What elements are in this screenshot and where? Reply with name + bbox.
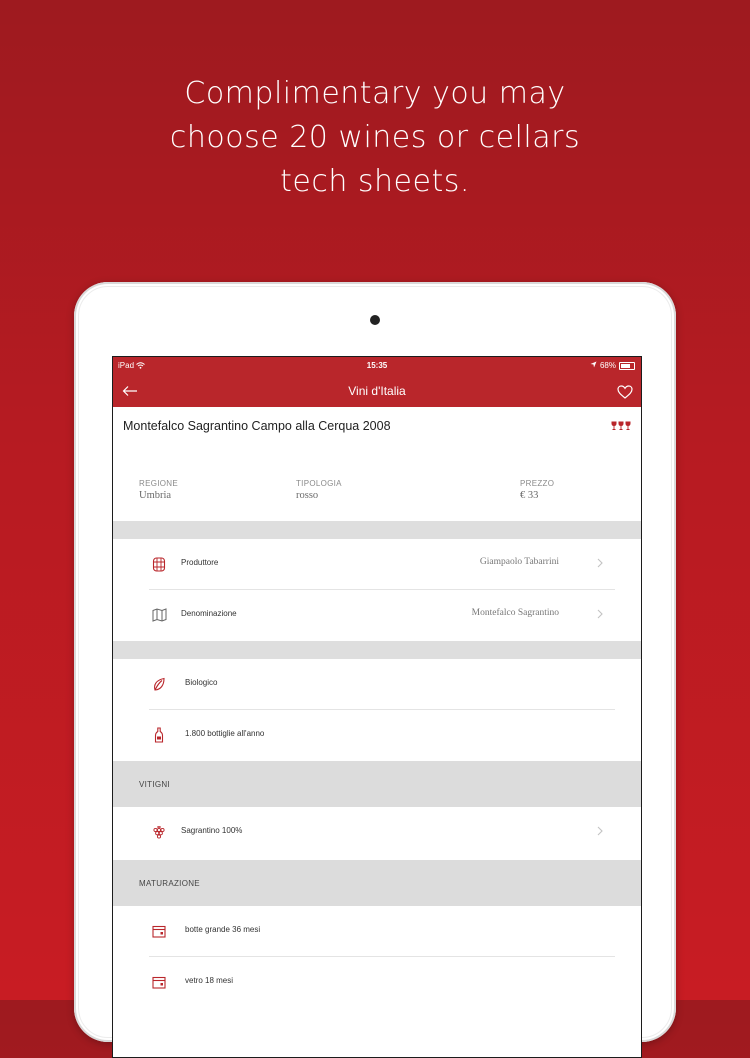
nav-bar: Vini d'Italia [113,375,641,407]
status-bar: iPad 15:35 68% [113,357,641,375]
chevron-right-icon [595,556,605,570]
promo-headline: Complimentary you may choose 20 wines or… [0,72,750,204]
wine-header: Montefalco Sagrantino Campo alla Cerqua … [113,407,641,447]
type-label: TIPOLOGIA [296,479,342,488]
grapes-icon [151,824,167,840]
price-field: PREZZO € 33 [520,479,554,501]
grape-label: Sagrantino 100% [181,826,243,835]
aging-label-1: botte grande 36 mesi [185,925,261,934]
section-separator [113,521,641,539]
headline-line-3: tech sheets. [280,164,470,199]
aging-row-1: botte grande 36 mesi [113,906,641,957]
aging-section-header: MATURAZIONE [113,860,641,906]
heart-icon [617,385,633,399]
wine-title: Montefalco Sagrantino Campo alla Cerqua … [123,419,391,433]
wine-info-row: REGIONE Umbria TIPOLOGIA rosso PREZZO € … [113,447,641,521]
organic-row: Biologico [113,659,641,710]
denomination-row[interactable]: Denominazione Montefalco Sagrantino [113,590,641,641]
status-time: 15:35 [366,361,388,370]
aging-row-2: vetro 18 mesi [113,957,641,1008]
region-value: Umbria [139,490,172,501]
headline-line-2: choose 20 wines or cellars [169,120,581,155]
battery-icon [619,361,635,370]
ipad-device: iPad 15:35 68% Vini d'Italia Montefalco … [74,282,676,1058]
headline-line-1: Complimentary you may [184,76,566,111]
bottle-icon [151,727,167,743]
grapes-section-header: VITIGNI [113,761,641,807]
grapes-header-label: VITIGNI [139,780,170,789]
wine-glass-icon [625,421,631,430]
type-value: rosso [296,490,319,501]
grape-row[interactable]: Sagrantino 100% [113,807,641,860]
price-value: € 33 [520,490,539,501]
nav-title: Vini d'Italia [348,384,406,398]
status-right: 68% [590,361,635,370]
chevron-right-icon [595,824,605,838]
denomination-label: Denominazione [181,609,237,618]
wine-glass-icon [618,421,624,430]
leaf-icon [151,676,167,692]
type-field: TIPOLOGIA rosso [296,479,342,501]
section-separator [113,641,641,659]
camera-dot [370,315,380,325]
rating-glasses [611,421,631,430]
producer-label: Produttore [181,558,219,567]
chevron-right-icon [595,607,605,621]
location-arrow-icon [590,361,597,370]
denomination-value: Montefalco Sagrantino [471,608,559,618]
bottles-row: 1.800 bottiglie all'anno [113,710,641,761]
app-screen: iPad 15:35 68% Vini d'Italia Montefalco … [112,356,642,1058]
organic-label: Biologico [185,678,218,687]
bottles-label: 1.800 bottiglie all'anno [185,729,265,738]
price-label: PREZZO [520,479,555,488]
calendar-icon [151,923,167,939]
calendar-icon [151,974,167,990]
map-icon [151,607,167,623]
producer-row[interactable]: Produttore Giampaolo Tabarrini [113,539,641,590]
aging-header-label: MATURAZIONE [139,879,200,888]
region-field: REGIONE Umbria [139,479,178,501]
aging-label-2: vetro 18 mesi [185,976,234,985]
producer-value: Giampaolo Tabarrini [479,557,559,567]
favorite-button[interactable] [615,382,635,402]
region-label: REGIONE [139,479,178,488]
wine-glass-icon [611,421,617,430]
battery-percent: 68% [599,361,616,370]
barrel-icon [151,556,167,572]
